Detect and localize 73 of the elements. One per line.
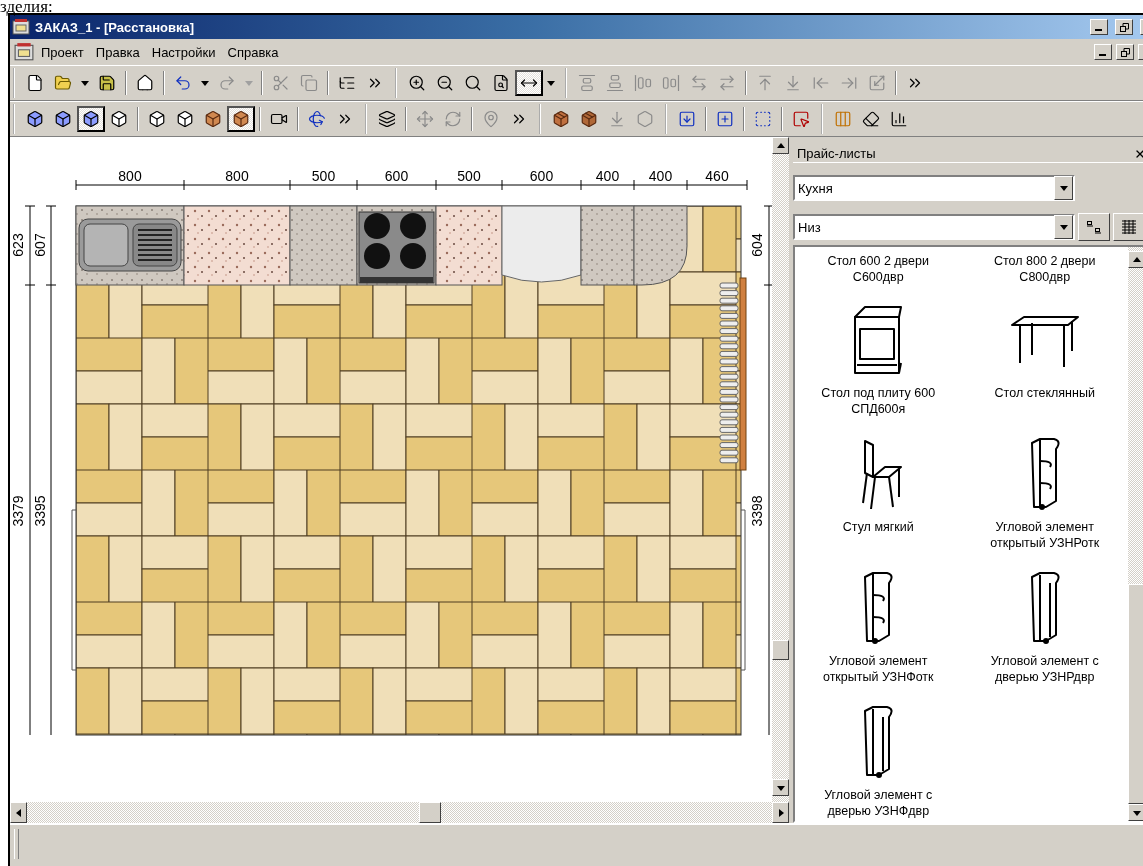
document-icon (14, 42, 34, 62)
scroll-thumb[interactable] (1128, 584, 1143, 804)
item-label: Стол 600 2 двери С600двр (827, 253, 929, 285)
restore-icon (1119, 22, 1129, 32)
dimension-label: 500 (457, 168, 481, 184)
app-icon (12, 18, 30, 36)
dropdown-button[interactable] (1054, 215, 1073, 239)
item-label: Угловой элемент с дверью УЗНФдвр (824, 787, 933, 819)
cube-shaded-button[interactable] (77, 106, 105, 132)
minimize-button[interactable] (1090, 19, 1108, 35)
catalog-item[interactable]: Угловой элемент с дверью УЗНФдвр (795, 695, 962, 829)
item-label: Стул мягкий (842, 519, 914, 535)
menu-item[interactable]: Справка (222, 42, 284, 62)
scroll-right-button[interactable] (772, 802, 789, 823)
dimension-label: 604 (748, 233, 765, 257)
dimension-label: 800 (118, 168, 142, 184)
dimension-label: 3398 (748, 495, 765, 527)
menu-item[interactable]: Настройки (146, 42, 221, 62)
catalog-item[interactable]: Стол 600 2 двери С600двр (795, 247, 962, 293)
section-dropdown[interactable]: Низ (793, 214, 1075, 240)
dimension-label: 600 (384, 168, 409, 184)
scroll-down-button[interactable] (1128, 804, 1143, 821)
menu-item[interactable]: Проект (36, 42, 89, 62)
floor-plan-canvas[interactable]: 800 800 500 600 500 600 400 400 460 623 607 3379 3395 604 3398 (10, 137, 772, 802)
item-label: Угловой элемент с дверью УЗНРдвр (990, 653, 1099, 685)
vertical-scrollbar[interactable] (1128, 247, 1143, 821)
item-label: Стол стеклянный (994, 385, 1095, 401)
dimension-label: 400 (595, 168, 620, 184)
dimension-label: 607 (31, 233, 48, 257)
scroll-thumb[interactable] (772, 640, 789, 660)
window-title: ЗАКАЗ_1 - [Расстановка] (35, 19, 195, 35)
caret-icon (1058, 222, 1069, 232)
fit-width-button[interactable] (515, 70, 543, 96)
dimension-label: 460 (705, 168, 729, 184)
category-dropdown[interactable]: Кухня (793, 175, 1075, 201)
scroll-up-button[interactable] (772, 137, 789, 154)
catalog-item[interactable]: Стул мягкий (795, 427, 962, 561)
catalog-item[interactable]: Угловой элемент открытый УЗНФотк (795, 561, 962, 695)
catalog-item[interactable]: Угловой элемент с дверью УЗНРдвр (961, 561, 1128, 695)
item-label: Угловой элемент открытый УЗНФотк (822, 653, 934, 685)
restore-icon (1120, 47, 1130, 57)
sort-icon (1086, 220, 1102, 234)
minimize-button[interactable] (1094, 44, 1112, 60)
grid-view-button[interactable] (1113, 213, 1143, 241)
dimension-label: 400 (648, 168, 673, 184)
catalog-item[interactable]: Стол под плиту 600 СПД600я (795, 293, 962, 427)
item-label: Стол 800 2 двери С800двр (994, 253, 1096, 285)
dimension-label: 800 (225, 168, 249, 184)
grid-icon (1121, 219, 1137, 235)
dimension-label: 600 (529, 168, 554, 184)
scroll-thumb[interactable] (418, 802, 441, 823)
panel-title: Прайс-листы (797, 146, 877, 161)
item-label: Стол под плиту 600 СПД600я (821, 385, 936, 417)
restore-button[interactable] (1115, 19, 1133, 35)
horizontal-scrollbar[interactable] (10, 802, 789, 823)
restore-button[interactable] (1116, 44, 1134, 60)
catalog-item[interactable]: Стол стеклянный (961, 293, 1128, 427)
scroll-up-button[interactable] (1128, 251, 1143, 269)
dimension-label: 500 (311, 168, 336, 184)
dimension-label: 3379 (10, 495, 26, 527)
item-label: Угловой элемент открытый УЗНРотк (990, 519, 1100, 551)
menu-item[interactable]: Правка (90, 42, 145, 62)
caret-icon (1058, 183, 1069, 193)
dropdown-button[interactable] (1054, 176, 1073, 200)
vertical-scrollbar[interactable] (772, 137, 789, 802)
scroll-left-button[interactable] (10, 802, 27, 823)
scroll-down-button[interactable] (772, 779, 789, 797)
sort-button[interactable] (1078, 213, 1110, 241)
cube-solid-button[interactable] (227, 106, 255, 132)
catalog-item[interactable]: Угловой элемент открытый УЗНРотк (961, 427, 1128, 561)
dimension-label: 3395 (31, 495, 48, 527)
catalog-item[interactable]: Стол 800 2 двери С800двр (961, 247, 1128, 293)
dimension-label: 623 (10, 233, 26, 257)
